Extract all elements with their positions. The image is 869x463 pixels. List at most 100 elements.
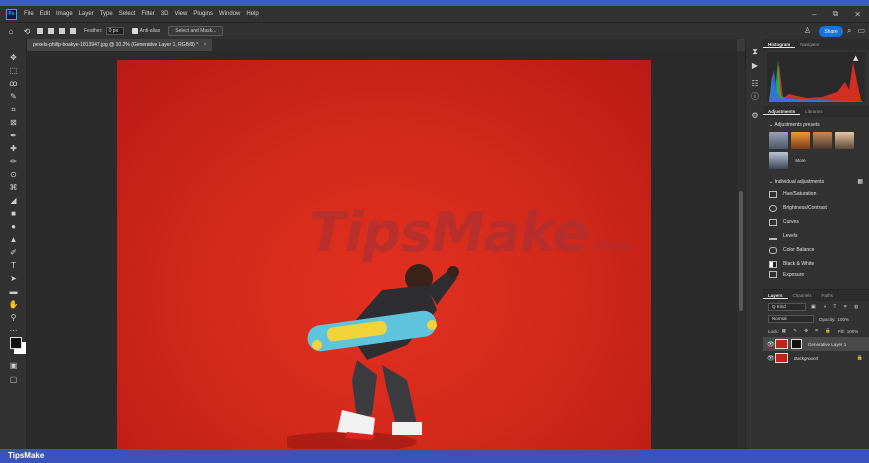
menu-help[interactable]: Help xyxy=(243,11,261,17)
workspace-icon[interactable]: ▭ xyxy=(857,26,865,36)
document-tab[interactable]: pexels-philip-boakye-1813947.jpg @ 10.2%… xyxy=(27,39,213,51)
tab-paths[interactable]: Paths xyxy=(817,293,839,298)
hue-saturation-icon xyxy=(769,190,777,198)
tab-layers[interactable]: Layers xyxy=(763,293,788,299)
adjustment-brightness-contrast[interactable]: Brightness/Contrast xyxy=(763,201,869,215)
tab-libraries[interactable]: Libraries xyxy=(800,109,827,114)
adjustment-exposure[interactable]: Exposure xyxy=(763,271,869,278)
menu-window[interactable]: Window xyxy=(216,11,243,17)
zoom-tool-icon[interactable]: ⚲ xyxy=(8,313,19,323)
adjustment-hue-saturation[interactable]: Hue/Saturation xyxy=(763,187,869,201)
adjustment-curves[interactable]: Curves xyxy=(763,215,869,229)
lasso-icon[interactable]: ⟲ xyxy=(22,26,32,36)
type-tool-icon[interactable]: T xyxy=(8,261,19,271)
move-tool-icon[interactable]: ✥ xyxy=(8,53,19,63)
adjustments-presets-header[interactable]: ⌄ Adjustments presets xyxy=(763,120,869,130)
preset-thumbnail[interactable] xyxy=(791,132,810,149)
menu-select[interactable]: Select xyxy=(116,11,139,17)
scrollbar-thumb[interactable] xyxy=(739,191,743,311)
lasso-tool-icon[interactable]: ꝏ xyxy=(8,79,19,89)
feather-input[interactable]: 0 px xyxy=(105,27,124,35)
quick-select-tool-icon[interactable]: ✎ xyxy=(8,92,19,102)
new-selection-icon[interactable] xyxy=(37,28,43,34)
info-panel-icon[interactable]: ⓘ xyxy=(750,92,760,102)
history-panel-icon[interactable]: ⧗ xyxy=(750,47,760,57)
brush-tool-icon[interactable]: ✏ xyxy=(8,157,19,167)
options-right-icons: ⌕ ▭ xyxy=(847,26,865,36)
menu-image[interactable]: Image xyxy=(53,11,76,17)
menu-layer[interactable]: Layer xyxy=(76,11,97,17)
adjust-panel-icon[interactable]: ⚙ xyxy=(750,111,760,121)
preset-thumbnail[interactable] xyxy=(835,132,854,149)
preset-thumbnail[interactable] xyxy=(769,132,788,149)
pen-tool-icon[interactable]: ✐ xyxy=(8,248,19,258)
menu-plugins[interactable]: Plugins xyxy=(190,11,216,17)
filter-icons[interactable]: ▣ ◑ T ⌗ ◍ xyxy=(811,304,861,310)
more-tools-icon[interactable]: ⋯ xyxy=(8,326,19,336)
minimize-button[interactable]: – xyxy=(812,10,816,19)
add-selection-icon[interactable] xyxy=(48,28,54,34)
close-button[interactable]: ✕ xyxy=(854,10,861,19)
canvas-vertical-scrollbar[interactable] xyxy=(737,51,745,449)
eyedropper-tool-icon[interactable]: ✒ xyxy=(8,131,19,141)
antialias-checkbox[interactable] xyxy=(131,28,138,34)
share-button[interactable]: Share xyxy=(819,26,843,37)
eraser-tool-icon[interactable]: ◢ xyxy=(8,196,19,206)
menu-view[interactable]: View xyxy=(171,11,190,17)
menu-file[interactable]: File xyxy=(21,11,37,17)
presets-more-button[interactable]: More xyxy=(791,152,810,169)
actions-panel-icon[interactable]: ▶ xyxy=(750,61,760,71)
adjustment-color-balance[interactable]: Color Balance xyxy=(763,243,869,257)
learn-icon[interactable]: ♙ xyxy=(804,26,811,35)
blend-mode-select[interactable]: Normal xyxy=(768,315,814,323)
foreground-color-swatch[interactable] xyxy=(10,337,22,349)
layer-thumbnail xyxy=(775,353,788,363)
select-and-mask-button[interactable]: Select and Mask... xyxy=(168,26,224,36)
gradient-tool-icon[interactable]: ■ xyxy=(8,209,19,219)
tab-channels[interactable]: Channels xyxy=(788,293,817,298)
menu-edit[interactable]: Edit xyxy=(37,11,53,17)
feather-label: Feather: xyxy=(84,28,103,34)
hand-tool-icon[interactable]: ✋ xyxy=(8,300,19,310)
adjustment-black-white[interactable]: Black & White xyxy=(763,257,869,271)
healing-tool-icon[interactable]: ✚ xyxy=(8,144,19,154)
quick-mask-icon[interactable]: ▣ xyxy=(8,361,19,371)
home-icon[interactable]: ⌂ xyxy=(6,26,16,36)
menu-filter[interactable]: Filter xyxy=(138,11,157,17)
properties-panel-icon[interactable]: ☷ xyxy=(750,79,760,89)
maximize-button[interactable]: ⧉ xyxy=(833,9,839,19)
tab-histogram[interactable]: Histogram xyxy=(763,42,796,48)
menu-3d[interactable]: 3D xyxy=(158,11,172,17)
intersect-selection-icon[interactable] xyxy=(70,28,76,34)
preset-thumbnail[interactable] xyxy=(813,132,832,149)
blur-tool-icon[interactable]: ● xyxy=(8,222,19,232)
screen-mode-icon[interactable]: ▢ xyxy=(8,375,19,385)
preset-thumbnail[interactable] xyxy=(769,152,788,169)
document-close-icon[interactable]: × xyxy=(204,42,207,48)
image-canvas[interactable]: TipsMake.com xyxy=(117,60,651,450)
frame-tool-icon[interactable]: ⊠ xyxy=(8,118,19,128)
individual-adjustments-header[interactable]: ⌄ Individual adjustments ▦ xyxy=(763,177,869,187)
dodge-tool-icon[interactable]: ▲ xyxy=(8,235,19,245)
visibility-eye-icon[interactable]: 👁 xyxy=(767,341,775,348)
history-brush-tool-icon[interactable]: ⌘ xyxy=(8,183,19,193)
shape-tool-icon[interactable]: ▬ xyxy=(8,287,19,297)
lock-icons[interactable]: ▦ ✎ ✥ ⌗ 🔒 xyxy=(782,328,834,334)
path-select-tool-icon[interactable]: ➤ xyxy=(8,274,19,284)
fill-input[interactable]: 100% xyxy=(847,329,859,334)
opacity-input[interactable]: 100% xyxy=(838,317,850,322)
subtract-selection-icon[interactable] xyxy=(59,28,65,34)
grid-view-icon[interactable]: ▦ xyxy=(857,177,863,187)
visibility-eye-icon[interactable]: 👁 xyxy=(767,355,775,362)
marquee-tool-icon[interactable]: ⬚ xyxy=(8,66,19,76)
tab-adjustments[interactable]: Adjustments xyxy=(763,109,801,115)
search-icon[interactable]: ⌕ xyxy=(847,26,851,36)
layer-row-background[interactable]: 👁 Background 🔒 xyxy=(763,351,869,365)
stamp-tool-icon[interactable]: ⊙ xyxy=(8,170,19,180)
kind-filter-select[interactable]: Q Kind xyxy=(768,303,806,311)
crop-tool-icon[interactable]: ⌗ xyxy=(8,105,19,115)
menu-type[interactable]: Type xyxy=(97,11,116,17)
tab-navigator[interactable]: Navigator xyxy=(795,42,824,47)
layer-row-generative[interactable]: 👁 Generative Layer 1 xyxy=(763,337,869,351)
adjustment-levels[interactable]: Levels xyxy=(763,229,869,243)
